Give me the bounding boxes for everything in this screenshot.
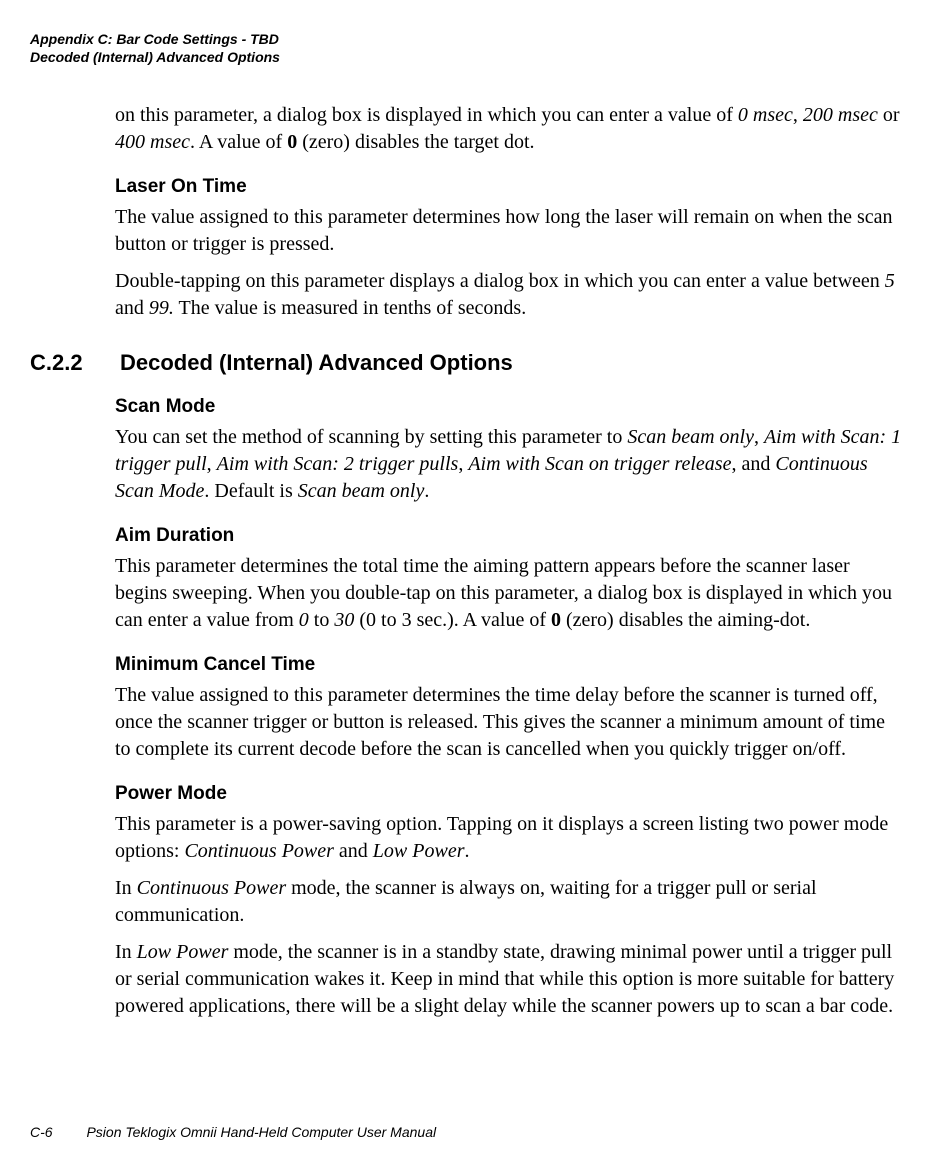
value-continuous-power: Continuous Power bbox=[137, 877, 286, 899]
text: . bbox=[424, 480, 429, 502]
heading-min-cancel-time: Minimum Cancel Time bbox=[115, 654, 903, 676]
text: , and bbox=[731, 453, 775, 475]
header-line-1: Appendix C: Bar Code Settings - TBD bbox=[30, 30, 903, 48]
text: , bbox=[207, 453, 217, 475]
text: and bbox=[115, 297, 149, 319]
value-scan-beam-only: Scan beam only bbox=[627, 426, 754, 448]
text: In bbox=[115, 941, 137, 963]
text: (0 to 3 sec.). A value of bbox=[354, 609, 551, 631]
value-99: 99. bbox=[149, 297, 174, 319]
value-0: 0 bbox=[299, 609, 309, 631]
text: on this parameter, a dialog box is displ… bbox=[115, 104, 738, 126]
value-5: 5 bbox=[885, 270, 895, 292]
header-line-2: Decoded (Internal) Advanced Options bbox=[30, 48, 903, 66]
text: , bbox=[458, 453, 468, 475]
text: or bbox=[878, 104, 900, 126]
text: to bbox=[309, 609, 335, 631]
text: The value is measured in tenths of secon… bbox=[174, 297, 526, 319]
scan-mode-paragraph: You can set the method of scanning by se… bbox=[115, 424, 903, 505]
value-aim-release: Aim with Scan on trigger release bbox=[468, 453, 731, 475]
text: . Default is bbox=[204, 480, 297, 502]
value-low-power: Low Power bbox=[137, 941, 229, 963]
laser-on-time-p1: The value assigned to this parameter det… bbox=[115, 204, 903, 258]
text: (zero) disables the target dot. bbox=[297, 131, 534, 153]
min-cancel-paragraph: The value assigned to this parameter det… bbox=[115, 682, 903, 763]
value-continuous-power: Continuous Power bbox=[184, 840, 333, 862]
text: Double-tapping on this parameter display… bbox=[115, 270, 885, 292]
heading-aim-duration: Aim Duration bbox=[115, 525, 903, 547]
value-400msec: 400 msec bbox=[115, 131, 190, 153]
value-30: 30 bbox=[334, 609, 354, 631]
section-heading-c22: C.2.2 Decoded (Internal) Advanced Option… bbox=[30, 350, 903, 376]
text: . bbox=[464, 840, 469, 862]
heading-laser-on-time: Laser On Time bbox=[115, 176, 903, 198]
page-number: C-6 bbox=[30, 1124, 53, 1140]
intro-paragraph: on this parameter, a dialog box is displ… bbox=[115, 102, 903, 156]
heading-scan-mode: Scan Mode bbox=[115, 396, 903, 418]
heading-power-mode: Power Mode bbox=[115, 783, 903, 805]
value-zero: 0 bbox=[287, 131, 297, 153]
page-header: Appendix C: Bar Code Settings - TBD Deco… bbox=[30, 30, 903, 66]
text: , bbox=[793, 104, 803, 126]
text: mode, the scanner is in a standby state,… bbox=[115, 941, 894, 1017]
text: You can set the method of scanning by se… bbox=[115, 426, 627, 448]
value-0msec: 0 msec bbox=[738, 104, 793, 126]
footer-title: Psion Teklogix Omnii Hand-Held Computer … bbox=[86, 1124, 436, 1140]
value-low-power: Low Power bbox=[373, 840, 465, 862]
section-title: Decoded (Internal) Advanced Options bbox=[120, 350, 513, 376]
page-content: on this parameter, a dialog box is displ… bbox=[115, 102, 903, 1020]
value-200msec: 200 msec bbox=[803, 104, 878, 126]
text: (zero) disables the aiming-dot. bbox=[561, 609, 810, 631]
power-mode-p1: This parameter is a power-saving option.… bbox=[115, 811, 903, 865]
value-aim-2-trigger: Aim with Scan: 2 trigger pulls bbox=[217, 453, 459, 475]
value-zero: 0 bbox=[551, 609, 561, 631]
page-footer: C-6 Psion Teklogix Omnii Hand-Held Compu… bbox=[30, 1124, 436, 1140]
laser-on-time-p2: Double-tapping on this parameter display… bbox=[115, 268, 903, 322]
value-default: Scan beam only bbox=[298, 480, 425, 502]
power-mode-p3: In Low Power mode, the scanner is in a s… bbox=[115, 939, 903, 1020]
section-number: C.2.2 bbox=[30, 350, 120, 376]
text: . A value of bbox=[190, 131, 287, 153]
power-mode-p2: In Continuous Power mode, the scanner is… bbox=[115, 875, 903, 929]
text: and bbox=[334, 840, 373, 862]
text: , bbox=[754, 426, 764, 448]
text: In bbox=[115, 877, 137, 899]
aim-duration-paragraph: This parameter determines the total time… bbox=[115, 553, 903, 634]
